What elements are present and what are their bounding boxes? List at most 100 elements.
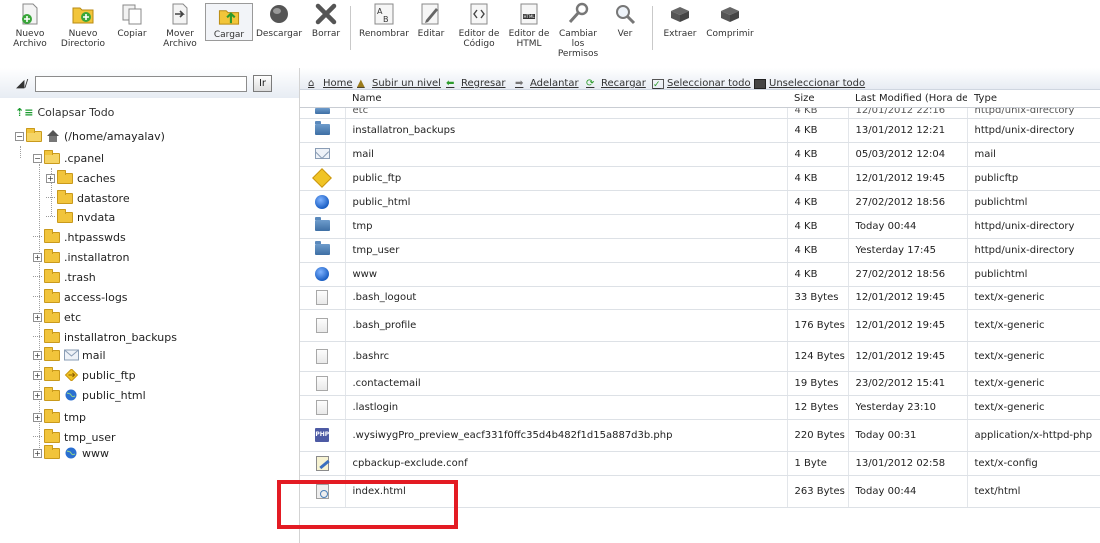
html-editor-button[interactable]: HTML Editor de HTML bbox=[506, 2, 552, 49]
code-editor-button[interactable]: Editor de Código bbox=[456, 2, 502, 49]
file-name: tmp_user bbox=[352, 244, 400, 256]
edit-button[interactable]: Editar bbox=[414, 2, 448, 39]
tree-node-www[interactable]: + www bbox=[33, 444, 109, 461]
compress-button[interactable]: Comprimir bbox=[705, 2, 755, 39]
tree-node-label: .htpasswds bbox=[64, 230, 126, 244]
up-one-level-link[interactable]: ▲ Subir un nivel bbox=[357, 78, 441, 89]
edit-icon bbox=[421, 3, 439, 25]
new-folder-button[interactable]: Nuevo Directorio bbox=[59, 2, 107, 49]
table-row[interactable]: cpbackup-exclude.conf 1 Byte 13/01/2012 02… bbox=[300, 451, 1100, 476]
select-all-link[interactable]: ✓ Seleccionar todo bbox=[652, 78, 751, 90]
tree-node-root[interactable]: − (/home/amayalav) bbox=[15, 127, 165, 144]
name-column-header[interactable]: Name bbox=[345, 90, 787, 108]
delete-button[interactable]: Borrar bbox=[308, 2, 344, 39]
expand-toggle-icon[interactable]: + bbox=[33, 390, 42, 400]
table-row[interactable]: mail 4 KB 05/03/2012 12:04 mail bbox=[300, 142, 1100, 167]
table-row[interactable]: installatron_backups 4 KB 13/01/2012 12:21… bbox=[300, 118, 1100, 143]
deselect-all-link[interactable]: Unseleccionar todo bbox=[754, 78, 865, 89]
table-row[interactable]: public_html 4 KB 27/02/2012 18:56 publichtm… bbox=[300, 190, 1100, 215]
back-link[interactable]: ⬅ Regresar bbox=[446, 78, 506, 89]
tree-node-installatron[interactable]: + .installatron bbox=[33, 248, 130, 265]
row-icon-cell bbox=[300, 214, 346, 239]
reload-link[interactable]: ⟳ Recargar bbox=[586, 78, 646, 89]
expand-toggle-icon[interactable]: + bbox=[33, 448, 42, 458]
tree-node-cpanel[interactable]: − .cpanel bbox=[33, 149, 104, 166]
table-row[interactable]: .bash_logout 33 Bytes 12/01/2012 19:45 text… bbox=[300, 286, 1100, 310]
table-row-partial[interactable]: etc 4 KB 12/01/2012 22:16 httpd/unix-dir… bbox=[300, 107, 1100, 119]
copy-icon bbox=[122, 4, 142, 25]
table-row[interactable]: PHP .wysiwygPro_preview_eacf331f0ffc35d4b… bbox=[300, 419, 1100, 452]
tree-node-caches[interactable]: + caches bbox=[46, 169, 115, 186]
collapse-toggle-icon[interactable]: − bbox=[15, 131, 24, 141]
folder-icon bbox=[57, 169, 73, 184]
up-one-level-label: Subir un nivel bbox=[372, 78, 441, 89]
table-row[interactable]: www 4 KB 27/02/2012 18:56 publichtml bbox=[300, 262, 1100, 287]
table-row[interactable]: tmp_user 4 KB Yesterday 17:45 httpd/unix-di… bbox=[300, 238, 1100, 263]
extract-button[interactable]: Extraer bbox=[660, 2, 700, 39]
tree-node-nvdata[interactable]: nvdata bbox=[46, 208, 115, 225]
row-size-cell: 1 Byte bbox=[787, 451, 849, 476]
table-row[interactable]: .bash_profile 176 Bytes 12/01/2012 19:45 te… bbox=[300, 309, 1100, 342]
tree-node-tmp-user[interactable]: tmp_user bbox=[33, 428, 116, 445]
move-file-button[interactable]: Mover Archivo bbox=[160, 2, 200, 49]
table-row[interactable]: .contactemail 19 Bytes 23/02/2012 15:41 tex… bbox=[300, 371, 1100, 396]
file-size: 4 KB bbox=[794, 172, 818, 184]
rename-button[interactable]: AB Renombrar bbox=[358, 2, 410, 39]
tree-node-tmp[interactable]: + tmp bbox=[33, 408, 86, 425]
tree-node-etc[interactable]: + etc bbox=[33, 308, 81, 325]
tree-node-installatron-backups[interactable]: installatron_backups bbox=[33, 328, 177, 345]
download-button[interactable]: Descargar bbox=[254, 2, 304, 39]
expand-toggle-icon[interactable]: + bbox=[33, 412, 42, 422]
file-type: text/x-generic bbox=[974, 292, 1045, 303]
row-modified-cell: Yesterday 23:10 bbox=[848, 395, 968, 420]
compress-icon bbox=[721, 7, 739, 22]
go-button[interactable]: Ir bbox=[253, 75, 272, 92]
tree-node-datastore[interactable]: datastore bbox=[46, 189, 130, 206]
tree-node-access-logs[interactable]: access-logs bbox=[33, 288, 128, 305]
modified-column-header[interactable]: Last Modified (Hora de verano) bbox=[848, 90, 967, 108]
row-name-cell: .wysiwygPro_preview_eacf331f0ffc35d4b482… bbox=[345, 419, 788, 452]
file-modified: Yesterday 23:10 bbox=[855, 401, 937, 413]
expand-toggle-icon[interactable]: + bbox=[46, 173, 55, 183]
size-column-header[interactable]: Size bbox=[787, 90, 848, 108]
tree-node-label: .installatron bbox=[64, 250, 130, 264]
ftp-icon bbox=[64, 369, 79, 381]
table-row[interactable]: .lastlogin 12 Bytes Yesterday 23:10 text/x-… bbox=[300, 395, 1100, 420]
row-icon-cell bbox=[300, 371, 346, 396]
php-file-icon: PHP bbox=[315, 428, 330, 442]
collapse-all-link[interactable]: ⇡≡ Colapsar Todo bbox=[15, 106, 114, 119]
tree-node-htpasswds[interactable]: .htpasswds bbox=[33, 228, 126, 245]
collapse-toggle-icon[interactable]: − bbox=[33, 153, 42, 163]
select-all-label: Seleccionar todo bbox=[667, 78, 751, 89]
code-editor-icon bbox=[470, 3, 488, 25]
copy-button[interactable]: Copiar bbox=[114, 2, 150, 39]
type-column-header[interactable]: Type bbox=[967, 90, 1100, 108]
file-modified: 12/01/2012 19:45 bbox=[855, 350, 946, 362]
view-button[interactable]: Ver bbox=[610, 2, 640, 39]
row-type-cell: publichtml bbox=[967, 262, 1100, 287]
table-row[interactable]: public_ftp 4 KB 12/01/2012 19:45 publicftp bbox=[300, 166, 1100, 191]
expand-toggle-icon[interactable]: + bbox=[33, 312, 42, 322]
home-link[interactable]: ⌂ Home bbox=[308, 78, 353, 89]
expand-toggle-icon[interactable]: + bbox=[33, 350, 42, 360]
folder-icon bbox=[44, 444, 60, 459]
row-modified-cell: 23/02/2012 15:41 bbox=[848, 371, 968, 396]
tree-node-public-ftp[interactable]: + public_ftp bbox=[33, 366, 136, 383]
expand-toggle-icon[interactable]: + bbox=[33, 252, 42, 262]
row-name-cell: .bash_profile bbox=[345, 309, 788, 342]
tree-node-trash[interactable]: .trash bbox=[33, 268, 96, 285]
path-input[interactable] bbox=[35, 76, 247, 92]
permissions-button[interactable]: Cambiar los Permisos bbox=[555, 2, 601, 59]
file-modified: Today 00:31 bbox=[855, 429, 917, 441]
table-row[interactable]: tmp 4 KB Today 00:44 httpd/unix-directory bbox=[300, 214, 1100, 239]
upload-button[interactable]: Cargar bbox=[205, 3, 253, 41]
new-file-button[interactable]: Nuevo Archivo bbox=[12, 2, 48, 49]
extract-icon bbox=[671, 7, 689, 22]
expand-toggle-icon[interactable]: + bbox=[33, 370, 42, 380]
tree-connector bbox=[46, 193, 55, 198]
file-name: .wysiwygPro_preview_eacf331f0ffc35d4b482… bbox=[352, 429, 673, 441]
tree-node-public-html[interactable]: + public_html bbox=[33, 386, 146, 403]
tree-node-mail[interactable]: + mail bbox=[33, 346, 106, 363]
forward-link[interactable]: ➡ Adelantar bbox=[515, 78, 579, 89]
table-row[interactable]: .bashrc 124 Bytes 12/01/2012 19:45 text/x-g… bbox=[300, 341, 1100, 372]
